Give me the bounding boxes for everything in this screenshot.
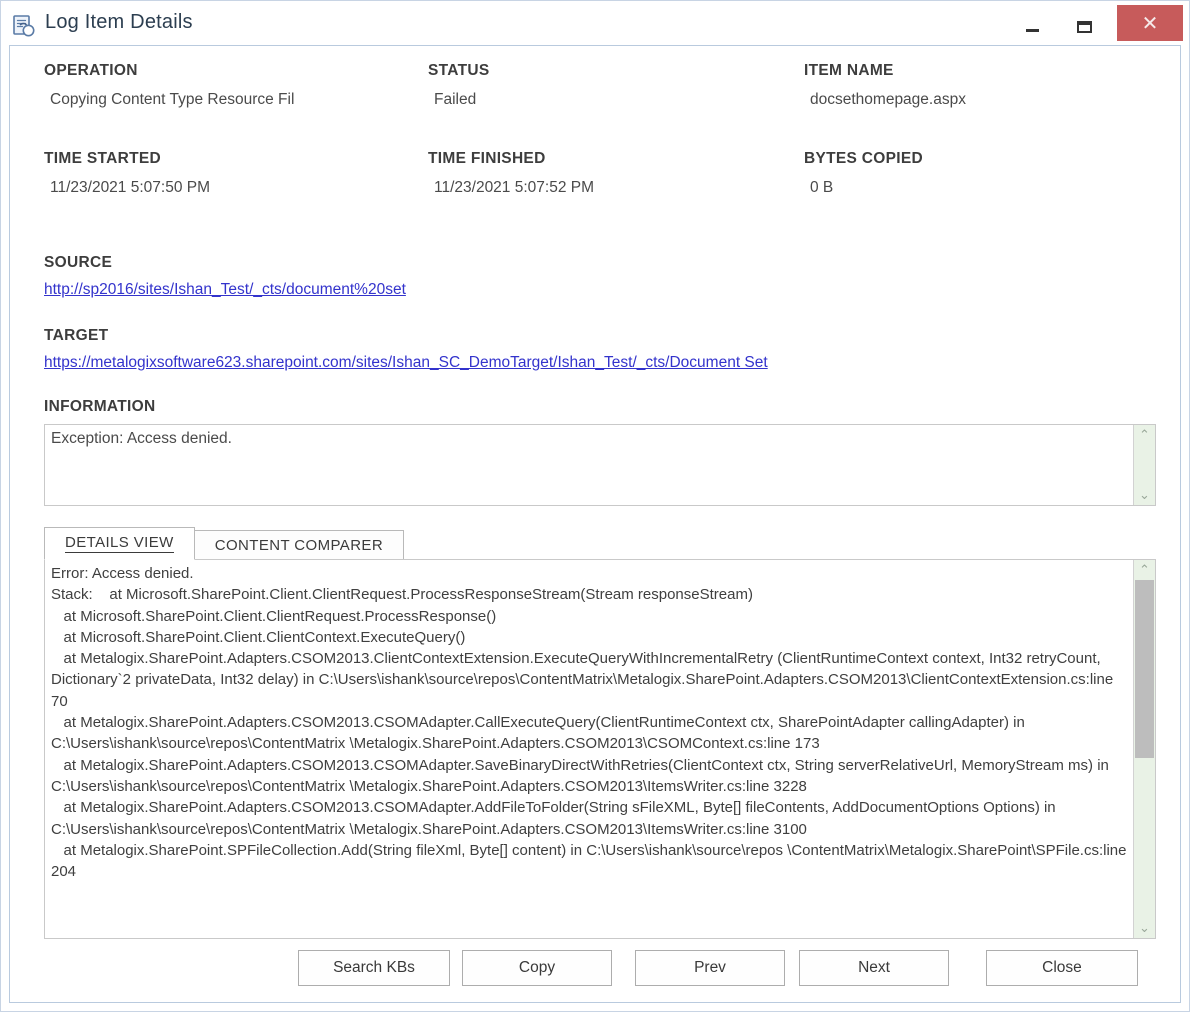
field-status: STATUS Failed [428,62,490,109]
tab-content-comparer[interactable]: CONTENT COMPARER [194,530,404,560]
operation-value: Copying Content Type Resource Fil [50,91,294,109]
source-label: SOURCE [44,254,1158,272]
item-name-label: ITEM NAME [804,62,966,80]
tab-content-comparer-label: CONTENT COMPARER [215,537,383,554]
scroll-up-icon[interactable]: ⌃ [1134,425,1155,445]
field-time-started: TIME STARTED 11/23/2021 5:07:50 PM [44,150,210,197]
information-label: INFORMATION [44,398,1158,416]
log-item-details-icon [11,13,37,39]
details-stack-trace-text: Error: Access denied. Stack: at Microsof… [51,563,1129,882]
information-text: Exception: Access denied. [51,430,1131,448]
target-block: TARGET https://metalogixsoftware623.shar… [44,327,1158,372]
log-item-details-window: Log Item Details ✕ OPERATION Copying Con… [0,0,1190,1012]
field-operation: OPERATION Copying Content Type Resource … [44,62,294,109]
tab-details-view[interactable]: DETAILS VIEW [44,527,195,560]
minimize-button[interactable] [1009,6,1055,38]
field-item-name: ITEM NAME docsethomepage.aspx [804,62,966,109]
time-finished-label: TIME FINISHED [428,150,594,168]
information-textbox[interactable]: Exception: Access denied. ⌃ ⌄ [44,424,1156,506]
dialog-content: OPERATION Copying Content Type Resource … [10,46,1180,1002]
field-row-1: OPERATION Copying Content Type Resource … [32,62,1158,150]
operation-label: OPERATION [44,62,294,80]
next-button[interactable]: Next [799,950,949,986]
tabstrip: DETAILS VIEW CONTENT COMPARER [44,528,1158,560]
title-bar: Log Item Details ✕ [1,1,1189,49]
tabs-area: DETAILS VIEW CONTENT COMPARER [44,528,1158,560]
field-time-finished: TIME FINISHED 11/23/2021 5:07:52 PM [428,150,594,197]
field-bytes-copied: BYTES COPIED 0 B [804,150,923,197]
button-bar: Search KBs Copy Prev Next Close [10,950,1180,988]
item-name-value: docsethomepage.aspx [810,91,966,109]
target-label: TARGET [44,327,1158,345]
details-scrollbar[interactable]: ⌃ ⌄ [1133,560,1155,938]
source-block: SOURCE http://sp2016/sites/Ishan_Test/_c… [44,254,1158,299]
minimize-icon [1026,29,1039,32]
window-title: Log Item Details [45,11,193,34]
details-scroll-thumb[interactable] [1135,580,1154,758]
information-scrollbar[interactable]: ⌃ ⌄ [1133,425,1155,505]
bytes-copied-label: BYTES COPIED [804,150,923,168]
field-row-2: TIME STARTED 11/23/2021 5:07:50 PM TIME … [32,150,1158,238]
details-scroll-up-icon[interactable]: ⌃ [1134,560,1155,580]
close-window-button[interactable]: ✕ [1117,5,1183,41]
details-view-pane[interactable]: Error: Access denied. Stack: at Microsof… [44,559,1156,939]
prev-button[interactable]: Prev [635,950,785,986]
details-scroll-down-icon[interactable]: ⌄ [1134,918,1155,938]
close-icon: ✕ [1123,6,1177,42]
close-button[interactable]: Close [986,950,1138,986]
maximize-button[interactable] [1061,6,1107,38]
bytes-copied-value: 0 B [810,179,923,197]
source-link[interactable]: http://sp2016/sites/Ishan_Test/_cts/docu… [44,281,406,299]
scroll-down-icon[interactable]: ⌄ [1134,485,1155,505]
maximize-icon [1077,21,1092,33]
time-finished-value: 11/23/2021 5:07:52 PM [434,179,594,197]
time-started-label: TIME STARTED [44,150,210,168]
search-kbs-button[interactable]: Search KBs [298,950,450,986]
time-started-value: 11/23/2021 5:07:50 PM [50,179,210,197]
tab-details-view-label: DETAILS VIEW [65,534,174,551]
tab-active-underline [65,552,174,553]
information-block: INFORMATION Exception: Access denied. ⌃ … [44,398,1158,506]
status-value: Failed [434,91,490,109]
copy-button[interactable]: Copy [462,950,612,986]
target-link[interactable]: https://metalogixsoftware623.sharepoint.… [44,354,768,372]
status-label: STATUS [428,62,490,80]
dialog-frame: OPERATION Copying Content Type Resource … [9,45,1181,1003]
